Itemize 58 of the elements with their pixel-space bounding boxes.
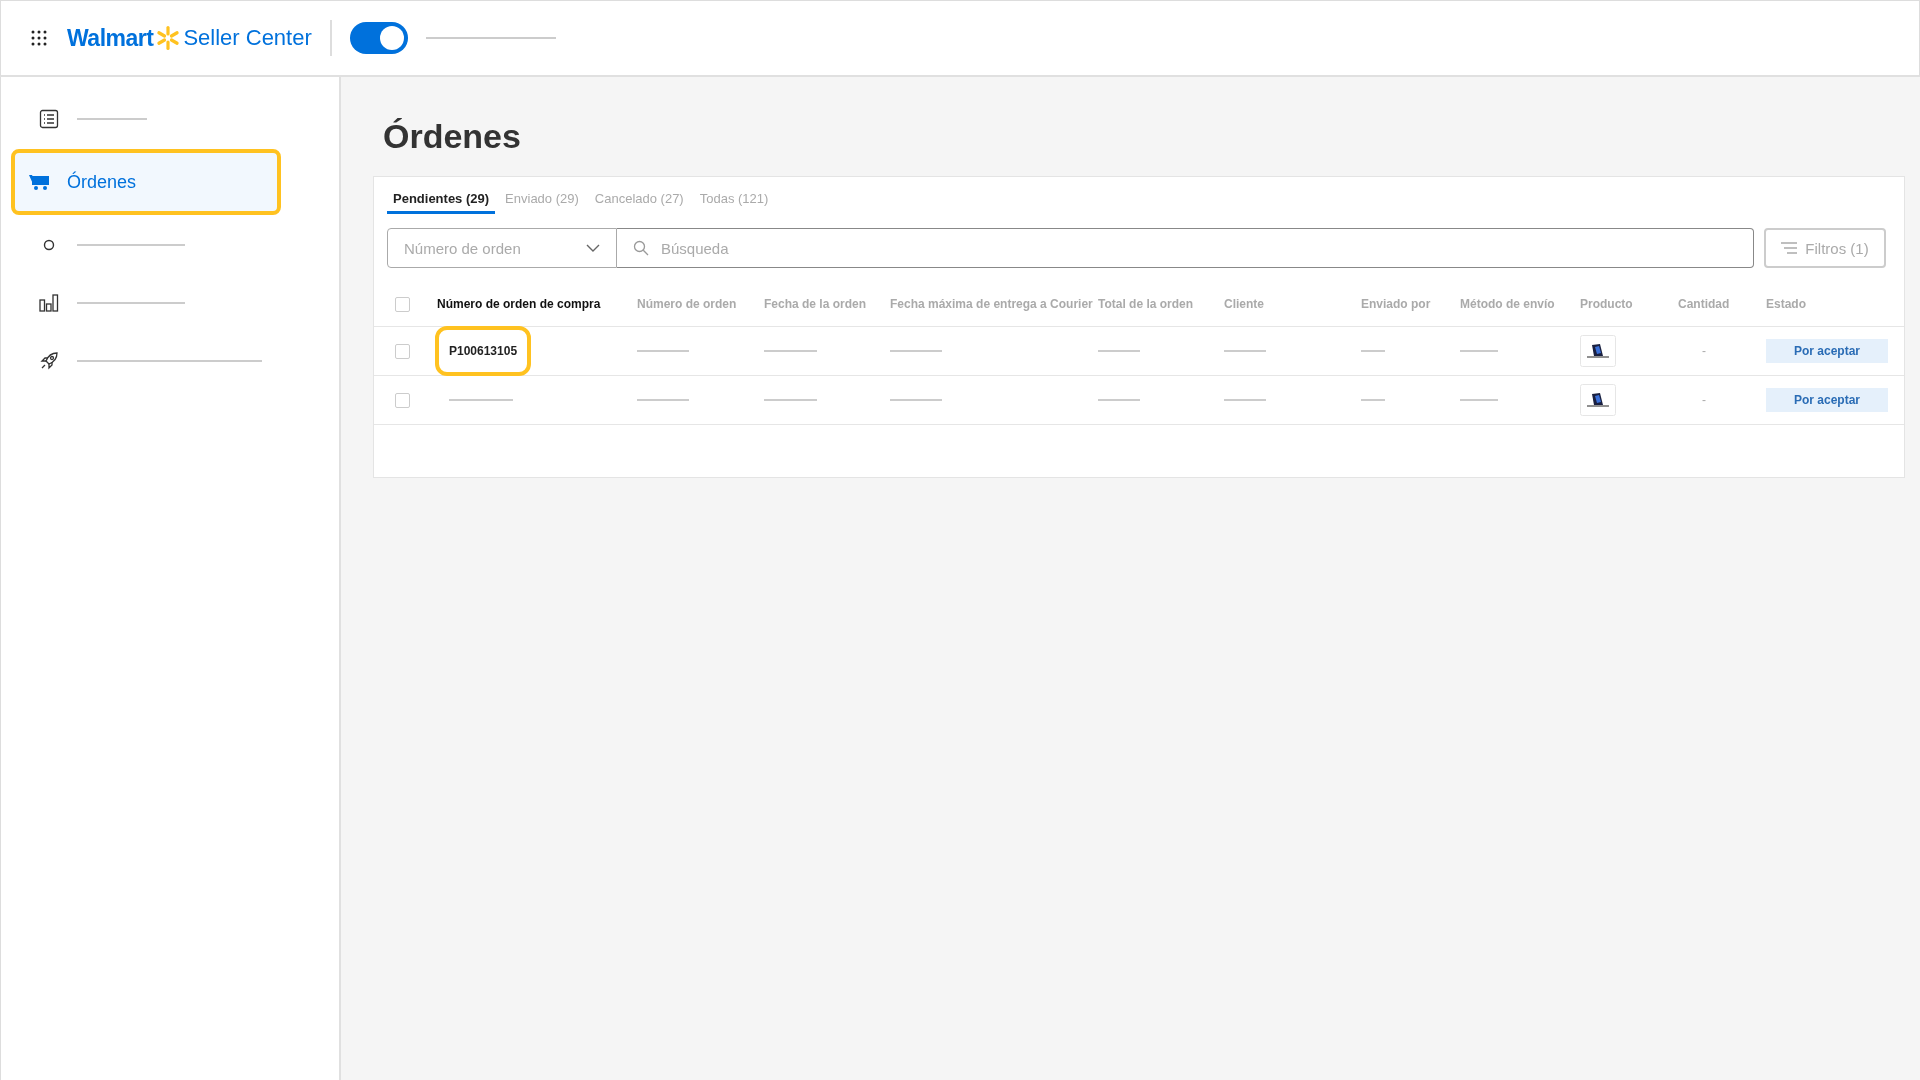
column-header: Cliente	[1224, 297, 1265, 311]
text-placeholder-line	[764, 399, 817, 401]
product-name: Seller Center	[183, 25, 312, 51]
tab[interactable]: Pendientes (29)	[387, 185, 496, 214]
column-header: Producto	[1580, 297, 1634, 311]
page-title: Órdenes	[383, 117, 522, 156]
column-header: Número de orden de compra	[437, 297, 602, 311]
cart-icon	[29, 173, 49, 191]
text-placeholder-line	[1224, 399, 1266, 401]
column-header: Estado	[1766, 297, 1807, 311]
list-icon	[39, 109, 59, 129]
column-header: Total de la orden	[1098, 297, 1195, 311]
column-header: Fecha máxima de entrega a Courier	[890, 297, 1094, 311]
text-placeholder-line	[637, 350, 689, 352]
column-header: Número de orden	[637, 297, 738, 311]
text-placeholder-line	[1361, 350, 1385, 352]
laptop-thumbnail	[1580, 335, 1616, 367]
select-all-checkbox[interactable]	[395, 296, 410, 312]
chevron-down-icon	[586, 244, 600, 252]
toggle-switch[interactable]	[349, 22, 408, 54]
text-placeholder-line	[764, 350, 817, 352]
text-placeholder-line	[1361, 399, 1385, 401]
text-placeholder-line	[1460, 350, 1498, 352]
spark-logo-icon	[156, 25, 181, 51]
status-badge: Por aceptar	[1766, 339, 1889, 363]
row-checkbox[interactable]	[395, 392, 410, 408]
bar-chart-icon	[39, 294, 59, 312]
row-checkbox[interactable]	[395, 343, 410, 359]
nav-label: Órdenes	[67, 171, 137, 193]
column-header: Enviado por	[1361, 297, 1432, 311]
text-placeholder-line	[1098, 350, 1140, 352]
sidebar-item[interactable]: Órdenes	[11, 149, 281, 215]
status-badge: Por aceptar	[1766, 388, 1889, 412]
text-placeholder-line	[637, 399, 689, 401]
tab[interactable]: Cancelado (27)	[588, 185, 690, 214]
text-placeholder-line	[1224, 350, 1266, 352]
app-grid-icon[interactable]	[31, 30, 47, 46]
column-header: Cantidad	[1678, 297, 1731, 311]
text-placeholder-line	[1460, 399, 1498, 401]
text-placeholder-line	[449, 399, 513, 401]
field-dropdown[interactable]: Número de orden	[387, 228, 617, 268]
tab[interactable]: Enviado (29)	[499, 185, 585, 214]
column-header: Fecha de la orden	[764, 297, 868, 311]
search-field[interactable]: Búsqueda	[617, 228, 1754, 268]
filters-button[interactable]: Filtros (1)	[1764, 228, 1886, 268]
text-placeholder-line	[77, 118, 147, 120]
text-placeholder-line	[890, 399, 942, 401]
quantity-text: -	[1701, 344, 1707, 358]
rocket-icon	[39, 351, 59, 371]
brand-name: Walmart	[67, 24, 154, 52]
text-placeholder-line	[1098, 399, 1140, 401]
tab[interactable]: Todas (121)	[693, 185, 775, 214]
text-placeholder-line	[890, 350, 942, 352]
quantity-text: -	[1701, 393, 1707, 407]
filter-icon	[1781, 242, 1798, 254]
laptop-thumbnail	[1580, 384, 1616, 416]
column-header: Método de envío	[1460, 297, 1556, 311]
search-icon	[633, 240, 649, 256]
